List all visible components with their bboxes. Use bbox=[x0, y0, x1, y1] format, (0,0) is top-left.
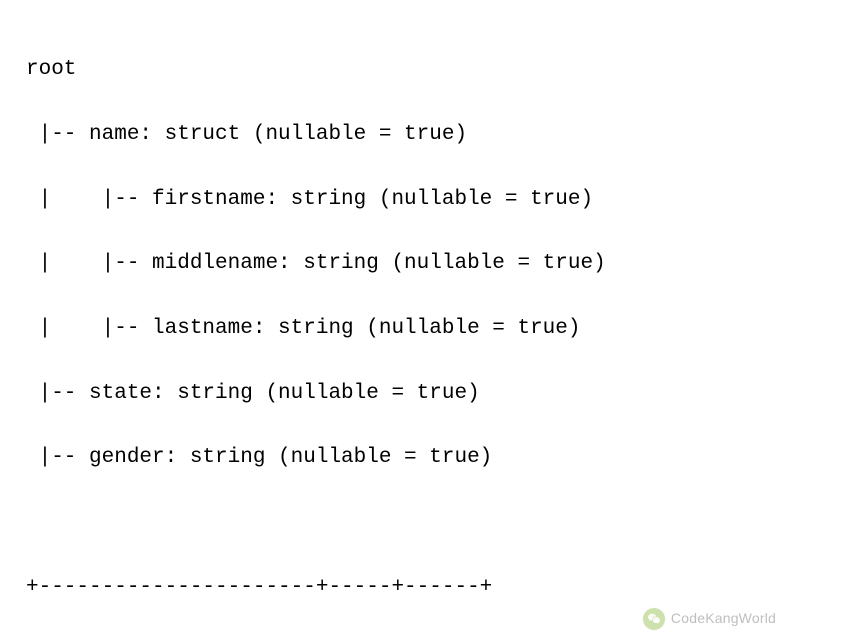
schema-root-line: root bbox=[26, 58, 76, 81]
table-border-top: +----------------------+-----+------+ bbox=[26, 576, 492, 599]
schema-gender-line: |-- gender: string (nullable = true) bbox=[26, 446, 492, 469]
schema-lastname-line: | |-- lastname: string (nullable = true) bbox=[26, 317, 581, 340]
schema-middlename-line: | |-- middlename: string (nullable = tru… bbox=[26, 252, 606, 275]
schema-firstname-line: | |-- firstname: string (nullable = true… bbox=[26, 188, 593, 211]
schema-state-line: |-- state: string (nullable = true) bbox=[26, 382, 480, 405]
schema-name-line: |-- name: struct (nullable = true) bbox=[26, 123, 467, 146]
watermark: CodeKangWorld bbox=[643, 608, 776, 630]
wechat-icon bbox=[643, 608, 665, 630]
watermark-text: CodeKangWorld bbox=[671, 608, 776, 630]
console-output: root |-- name: struct (nullable = true) … bbox=[0, 0, 864, 640]
